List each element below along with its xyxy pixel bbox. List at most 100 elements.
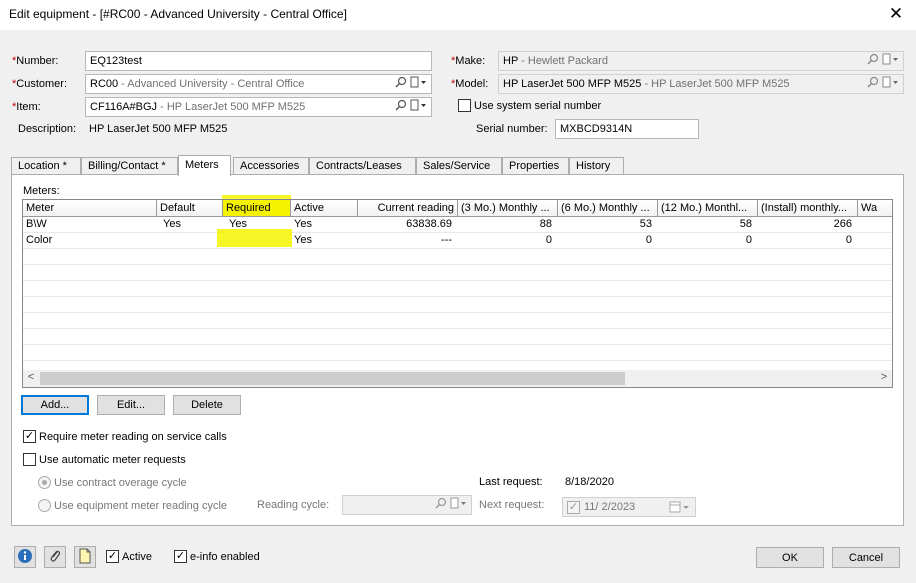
next-request-label: Next request: — [479, 499, 545, 511]
empty-row — [23, 345, 892, 361]
column-header-meter[interactable]: Meter — [23, 200, 157, 217]
document-dropdown-icon[interactable] — [882, 53, 900, 68]
column-header-active[interactable]: Active — [291, 200, 358, 217]
cell-install: 0 — [845, 234, 852, 246]
scrollbar-thumb[interactable] — [40, 372, 625, 385]
table-row[interactable]: B\W Yes Yes Yes 63838.69 88 53 58 266 — [23, 217, 892, 233]
tab-accessories[interactable]: Accessories — [233, 157, 309, 175]
cancel-button[interactable]: Cancel — [832, 547, 900, 568]
cell-active: Yes — [294, 218, 312, 230]
next-request-date-picker[interactable]: ✓ 11/ 2/2023 — [562, 497, 696, 517]
cell-12mo: 0 — [745, 234, 752, 246]
cell-default: Yes — [163, 218, 181, 230]
tab-location[interactable]: Location * — [11, 157, 81, 175]
model-input[interactable]: HP LaserJet 500 MFP M525 - HP LaserJet 5… — [498, 74, 904, 94]
item-label: *Item: — [12, 101, 41, 113]
model-label: *Model: — [451, 78, 489, 90]
scroll-left-icon[interactable]: < — [23, 371, 39, 383]
cell-current-reading: --- — [441, 234, 452, 246]
serial-number-label: Serial number: — [476, 123, 548, 135]
scroll-right-icon[interactable]: > — [876, 371, 892, 383]
einfo-enabled-checkbox[interactable]: ✓ e-info enabled — [174, 550, 260, 563]
search-icon[interactable] — [867, 53, 879, 68]
document-dropdown-icon[interactable] — [882, 76, 900, 91]
search-icon[interactable] — [867, 76, 879, 91]
radio-selected-icon — [38, 476, 51, 489]
number-input[interactable]: EQ123test — [85, 51, 432, 71]
empty-row — [23, 313, 892, 329]
calendar-dropdown-icon[interactable] — [669, 501, 691, 516]
tab-meters[interactable]: Meters — [178, 155, 231, 176]
add-button[interactable]: Add... — [21, 395, 89, 415]
cell-3mo: 88 — [539, 218, 552, 230]
cell-meter: Color — [26, 234, 53, 246]
checkmark-icon: ✓ — [174, 550, 187, 563]
attachment-button[interactable] — [44, 546, 66, 568]
tab-contracts-leases[interactable]: Contracts/Leases — [309, 157, 416, 175]
cell-meter: B\W — [26, 218, 47, 230]
reading-cycle-label: Reading cycle: — [257, 499, 330, 511]
column-header-12mo-monthly[interactable]: (12 Mo.) Monthl... — [658, 200, 758, 217]
checkbox-unchecked-icon — [23, 453, 36, 466]
use-system-serial-checkbox[interactable]: Use system serial number — [458, 99, 601, 112]
document-dropdown-icon[interactable] — [410, 99, 428, 114]
tab-billing-contact[interactable]: Billing/Contact * — [81, 157, 178, 175]
tab-sales-service[interactable]: Sales/Service — [416, 157, 502, 175]
description-value: HP LaserJet 500 MFP M525 — [89, 123, 228, 135]
horizontal-scrollbar[interactable]: < > — [23, 370, 892, 387]
column-header-3mo-monthly[interactable]: (3 Mo.) Monthly ... — [458, 200, 558, 217]
customer-label: *Customer: — [12, 78, 68, 90]
cell-3mo: 0 — [545, 234, 552, 246]
close-icon[interactable]: ✕ — [886, 4, 906, 24]
meters-label: Meters: — [23, 185, 60, 197]
meters-grid[interactable]: Meter Default Required Active Current re… — [22, 199, 893, 388]
auto-meter-requests-checkbox[interactable]: Use automatic meter requests — [23, 453, 186, 466]
cell-install: 266 — [833, 218, 852, 230]
paperclip-icon — [48, 548, 62, 567]
info-button[interactable] — [14, 546, 36, 568]
serial-number-input[interactable]: MXBCD9314N — [555, 119, 699, 139]
equipment-cycle-radio[interactable]: Use equipment meter reading cycle — [38, 499, 227, 512]
notes-icon — [78, 548, 92, 567]
cell-default — [157, 233, 223, 249]
edit-button[interactable]: Edit... — [97, 395, 165, 415]
tab-properties[interactable]: Properties — [502, 157, 569, 175]
column-header-6mo-monthly[interactable]: (6 Mo.) Monthly ... — [558, 200, 658, 217]
cell-6mo: 0 — [645, 234, 652, 246]
window-title: Edit equipment - [#RC00 - Advanced Unive… — [9, 7, 347, 21]
column-header-wa[interactable]: Wa — [858, 200, 892, 217]
checkbox-unchecked-icon — [458, 99, 471, 112]
column-header-default[interactable]: Default — [157, 200, 223, 217]
empty-row — [23, 265, 892, 281]
checkmark-icon[interactable]: ✓ — [567, 500, 580, 514]
make-input[interactable]: HP - Hewlett Packard — [498, 51, 904, 71]
empty-row — [23, 329, 892, 345]
delete-button[interactable]: Delete — [173, 395, 241, 415]
cell-current-reading: 63838.69 — [406, 218, 452, 230]
checkmark-icon: ✓ — [23, 430, 36, 443]
search-icon[interactable] — [395, 99, 407, 114]
reading-cycle-input[interactable] — [342, 495, 472, 515]
last-request-label: Last request: — [479, 476, 543, 488]
number-label: *Number: — [12, 55, 59, 67]
item-input[interactable]: CF116A#BGJ - HP LaserJet 500 MFP M525 — [85, 97, 432, 117]
customer-input[interactable]: RC00 - Advanced University - Central Off… — [85, 74, 432, 94]
search-icon[interactable] — [395, 76, 407, 91]
document-dropdown-icon[interactable] — [450, 497, 468, 512]
column-header-required[interactable]: Required — [223, 200, 291, 217]
highlight-mark — [217, 229, 292, 247]
column-header-install-monthly[interactable]: (Install) monthly... — [758, 200, 858, 217]
radio-unselected-icon — [38, 499, 51, 512]
document-dropdown-icon[interactable] — [410, 76, 428, 91]
contract-overage-cycle-radio[interactable]: Use contract overage cycle — [38, 476, 187, 489]
description-label: Description: — [18, 123, 77, 135]
table-row[interactable]: Color Yes --- 0 0 0 0 — [23, 233, 892, 249]
info-icon — [17, 548, 33, 567]
active-checkbox[interactable]: ✓ Active — [106, 550, 152, 563]
require-reading-checkbox[interactable]: ✓ Require meter reading on service calls — [23, 430, 227, 443]
ok-button[interactable]: OK — [756, 547, 824, 568]
tab-history[interactable]: History — [569, 157, 624, 175]
notes-button[interactable] — [74, 546, 96, 568]
column-header-current-reading[interactable]: Current reading — [358, 200, 458, 217]
search-icon[interactable] — [435, 497, 447, 512]
